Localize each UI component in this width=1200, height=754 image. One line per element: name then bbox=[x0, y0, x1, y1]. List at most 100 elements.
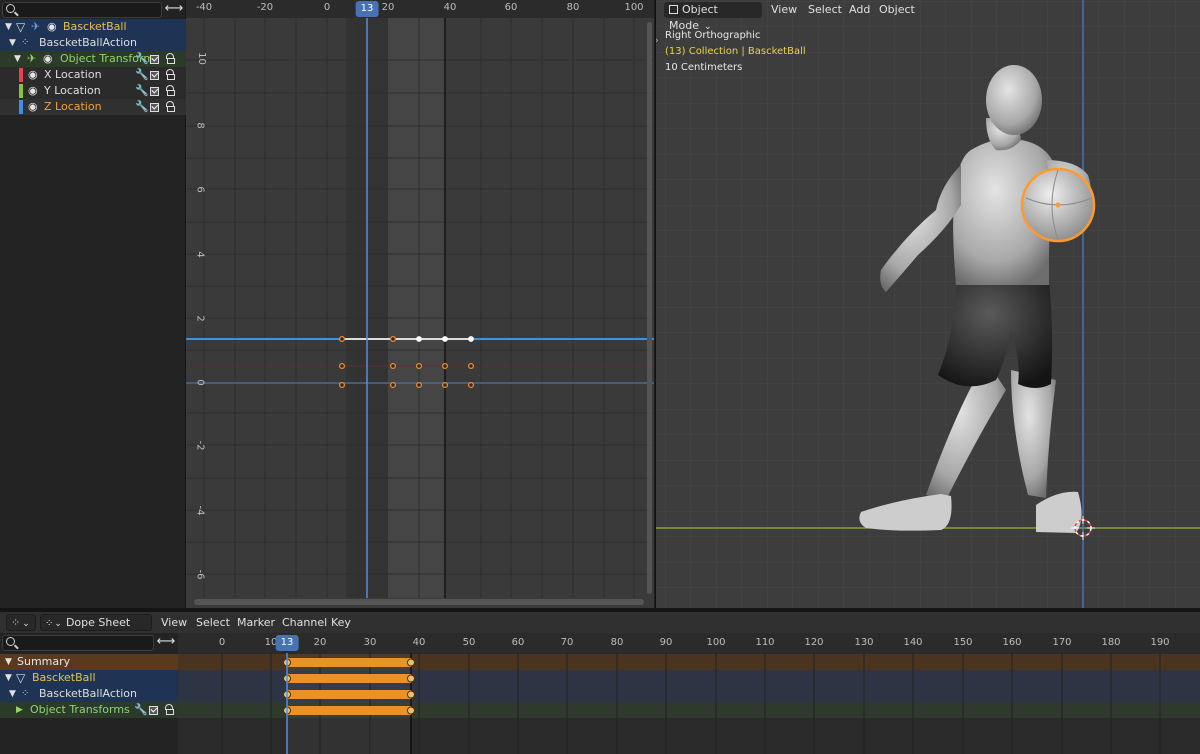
collapse-triangle-icon[interactable]: ▼ bbox=[14, 51, 21, 67]
dope-sheet-canvas[interactable]: 0 10 20 30 40 50 60 70 80 90 100 110 120… bbox=[178, 633, 1200, 754]
object-row[interactable]: ▼ ▽ BascketBall bbox=[0, 670, 178, 686]
mode-dropdown[interactable]: ⁘⌄ Dope Sheet bbox=[40, 614, 152, 631]
menu-view[interactable]: View bbox=[161, 616, 187, 629]
eye-icon[interactable]: ◉ bbox=[28, 99, 38, 115]
grid-scale: 10 Centimeters bbox=[665, 62, 743, 73]
lock-icon[interactable] bbox=[166, 101, 175, 112]
curve-color-swatch bbox=[19, 100, 23, 114]
eye-icon[interactable]: ◉ bbox=[47, 19, 57, 35]
dope-sheet-search-input[interactable] bbox=[2, 635, 154, 651]
collapse-triangle-icon[interactable]: ▼ bbox=[9, 35, 16, 51]
key-hold-bar bbox=[287, 658, 411, 667]
wrench-icon[interactable]: 🔧 bbox=[135, 99, 149, 115]
dope-sheet-icon: ⁘ bbox=[11, 616, 21, 629]
checkbox-icon[interactable] bbox=[150, 55, 159, 64]
current-frame-badge[interactable]: 13 bbox=[275, 635, 299, 651]
channel-search-input[interactable] bbox=[2, 2, 162, 18]
frame-tick: -20 bbox=[256, 2, 274, 13]
channel-label: Summary bbox=[17, 655, 71, 668]
object-mode-icon bbox=[669, 5, 678, 14]
channel-action[interactable]: ▼ ⁘ BascketBallAction bbox=[0, 35, 186, 51]
checkbox-icon[interactable] bbox=[150, 71, 159, 80]
value-tick: -2 bbox=[194, 440, 206, 451]
wrench-icon[interactable]: 🔧 bbox=[134, 702, 148, 718]
channel-label: Y Location bbox=[44, 84, 101, 97]
collapse-triangle-icon[interactable]: ▼ bbox=[9, 686, 16, 702]
menu-select[interactable]: Select bbox=[803, 2, 847, 18]
channel-label: BascketBall bbox=[32, 671, 96, 684]
lock-icon[interactable] bbox=[166, 53, 175, 64]
menu-add[interactable]: Add bbox=[844, 2, 875, 18]
group-row[interactable]: ▶ Object Transforms 🔧 bbox=[0, 702, 178, 718]
channel-label: X Location bbox=[44, 68, 102, 81]
checkbox-icon[interactable] bbox=[150, 103, 159, 112]
swap-icon[interactable]: ⟷ bbox=[156, 634, 176, 650]
mode-selector[interactable]: Object Mode ⌄ bbox=[664, 2, 762, 32]
action-row[interactable]: ▼ ⁘ BascketBallAction bbox=[0, 686, 178, 702]
3d-viewport[interactable]: Object Mode ⌄ View Select Add Object › Ri… bbox=[655, 0, 1200, 608]
channel-label: Z Location bbox=[44, 100, 102, 113]
frame-tick: 190 bbox=[1150, 637, 1170, 648]
keyframe bbox=[407, 706, 415, 715]
character-head bbox=[986, 65, 1042, 135]
current-frame-badge[interactable]: 13 bbox=[355, 1, 379, 17]
graph-grid bbox=[186, 18, 654, 605]
keyframe bbox=[407, 658, 415, 667]
pin-icon[interactable]: ✈ bbox=[27, 51, 36, 67]
menu-view[interactable]: View bbox=[766, 2, 802, 18]
expand-triangle-icon[interactable]: ▶ bbox=[16, 702, 23, 718]
swap-icon[interactable]: ⟷ bbox=[164, 1, 184, 17]
checkbox-icon[interactable] bbox=[150, 87, 159, 96]
frame-tick: 130 bbox=[854, 637, 874, 648]
collapse-triangle-icon[interactable]: ▼ bbox=[5, 19, 12, 35]
frame-tick: 170 bbox=[1052, 637, 1072, 648]
checkbox-icon[interactable] bbox=[149, 706, 158, 715]
frame-tick: 150 bbox=[953, 637, 973, 648]
lock-icon[interactable] bbox=[166, 69, 175, 80]
channel-object[interactable]: ▼ ▽ ✈ ◉ BascketBall bbox=[0, 19, 186, 35]
menu-key[interactable]: Key bbox=[331, 616, 351, 629]
chevron-right-icon[interactable]: › bbox=[656, 36, 659, 46]
menu-object[interactable]: Object bbox=[874, 2, 920, 18]
curve-color-swatch bbox=[19, 68, 23, 82]
wrench-icon[interactable]: 🔧 bbox=[135, 51, 149, 67]
eye-icon[interactable]: ◉ bbox=[28, 67, 38, 83]
wrench-icon[interactable]: 🔧 bbox=[135, 67, 149, 83]
lock-icon[interactable] bbox=[166, 85, 175, 96]
vertical-scrollbar bbox=[647, 22, 652, 594]
eye-icon[interactable]: ◉ bbox=[43, 51, 53, 67]
menu-select[interactable]: Select bbox=[196, 616, 230, 629]
collapse-triangle-icon[interactable]: ▼ bbox=[5, 654, 12, 670]
collapse-triangle-icon[interactable]: ▼ bbox=[5, 670, 12, 686]
menu-channel[interactable]: Channel bbox=[282, 616, 327, 629]
channel-x-location[interactable]: ◉ X Location 🔧 bbox=[0, 67, 186, 83]
channel-label: Object Transforms bbox=[30, 703, 130, 716]
horizontal-scrollbar bbox=[194, 599, 644, 605]
channel-z-location[interactable]: ◉ Z Location 🔧 bbox=[0, 99, 186, 115]
collection-info: (13) Collection | BascketBall bbox=[665, 46, 806, 57]
dope-sheet-channel-list: ⟷ ▼ Summary ▼ ▽ BascketBall ▼ ⁘ BascketB… bbox=[0, 633, 178, 754]
eye-icon[interactable]: ◉ bbox=[28, 83, 38, 99]
value-tick: 2 bbox=[194, 315, 206, 322]
curve-color-swatch bbox=[19, 84, 23, 98]
dope-frame-ruler[interactable]: 0 10 20 30 40 50 60 70 80 90 100 110 120… bbox=[178, 633, 1200, 653]
frame-tick: 0 bbox=[218, 637, 226, 648]
channel-label: BascketBallAction bbox=[39, 36, 137, 49]
channel-label: BascketBallAction bbox=[39, 687, 137, 700]
menu-marker[interactable]: Marker bbox=[237, 616, 275, 629]
key-hold-bar bbox=[287, 690, 411, 699]
graph-editor-canvas[interactable]: 10 8 6 4 2 0 -2 -4 -6 bbox=[186, 0, 654, 608]
graph-frame-ruler[interactable]: -40 -20 0 20 40 60 80 100 13 bbox=[186, 0, 654, 18]
wrench-icon[interactable]: 🔧 bbox=[135, 83, 149, 99]
channel-y-location[interactable]: ◉ Y Location 🔧 bbox=[0, 83, 186, 99]
channel-group-object-transform[interactable]: ▼ ✈ ◉ Object Transform 🔧 bbox=[0, 51, 186, 67]
editor-type-button[interactable]: ⁘ ⌄ bbox=[6, 614, 36, 631]
lock-icon[interactable] bbox=[165, 704, 174, 715]
frame-tick: 60 bbox=[504, 2, 518, 13]
keyframe bbox=[407, 690, 415, 699]
summary-row[interactable]: ▼ Summary bbox=[0, 654, 178, 670]
pin-icon[interactable]: ✈ bbox=[31, 19, 40, 35]
key-hold-bar bbox=[287, 706, 411, 715]
object-data-icon: ▽ bbox=[16, 671, 26, 685]
value-tick: -4 bbox=[194, 505, 206, 516]
